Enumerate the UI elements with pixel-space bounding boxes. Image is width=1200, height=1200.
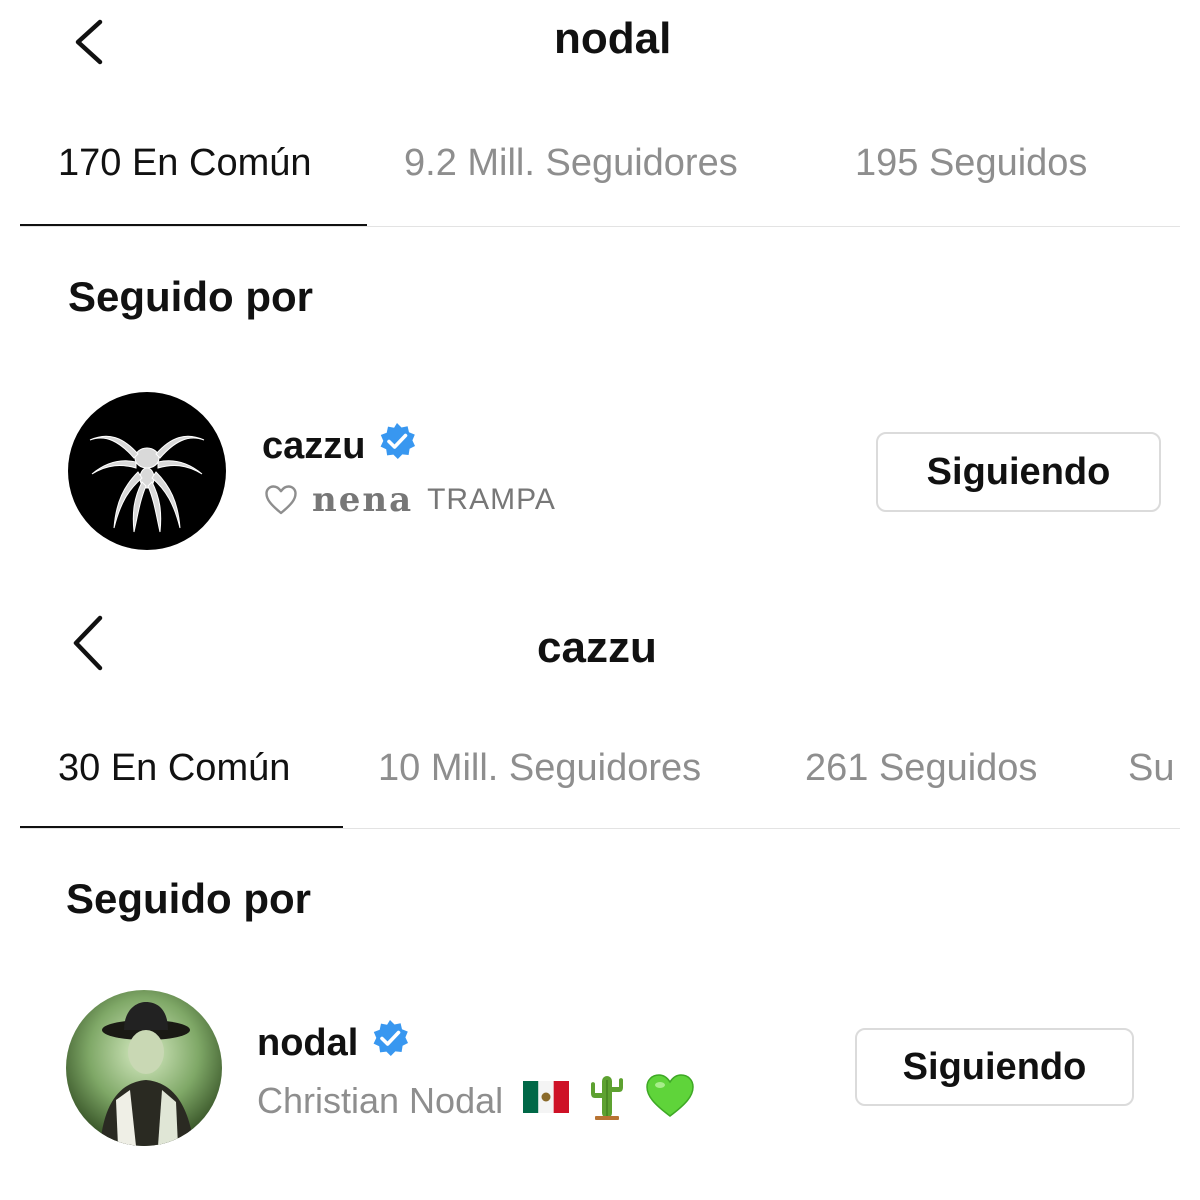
avatar[interactable] <box>68 392 226 550</box>
section-title: Seguido por <box>68 273 313 320</box>
username-text: nodal <box>257 1021 359 1064</box>
page-title: nodal <box>554 14 672 63</box>
username-text: cazzu <box>262 424 366 467</box>
follower-full-name: Christian Nodal <box>257 1079 504 1121</box>
profile-panel-cazzu: cazzu 30 En Común 10 Mill. Seguidores 26… <box>0 590 1200 1200</box>
profile-photo-image <box>100 1002 194 1146</box>
following-button[interactable]: Siguiendo <box>855 1028 1134 1106</box>
follower-bio: nena TRAMPA <box>264 480 556 520</box>
active-tab-indicator <box>20 826 343 828</box>
follower-username[interactable]: cazzu <box>262 421 417 471</box>
chevron-left-icon <box>73 615 103 671</box>
back-button[interactable] <box>66 614 110 672</box>
tab-followers[interactable]: 10 Mill. Seguidores <box>378 747 701 790</box>
profile-panel-nodal: nodal 170 En Común 9.2 Mill. Seguidores … <box>0 0 1200 590</box>
verified-badge-icon <box>377 421 417 471</box>
active-tab-indicator <box>20 224 367 226</box>
follower-full-name-row: Christian Nodal <box>257 1072 695 1129</box>
page-title: cazzu <box>537 623 657 672</box>
tab-following[interactable]: 261 Seguidos <box>805 747 1037 790</box>
avatar[interactable] <box>66 990 222 1146</box>
tab-suggested[interactable]: Su <box>1128 747 1180 790</box>
cactus-icon <box>587 1072 627 1129</box>
chevron-left-icon <box>75 19 103 65</box>
follower-username[interactable]: nodal <box>257 1018 410 1068</box>
heart-outline-icon <box>265 485 297 515</box>
verified-badge-icon <box>370 1018 410 1068</box>
tab-mutual[interactable]: 30 En Común <box>58 747 290 790</box>
bio-text-trampa: TRAMPA <box>427 483 556 516</box>
section-title: Seguido por <box>66 875 311 922</box>
following-button[interactable]: Siguiendo <box>876 432 1161 512</box>
tabs-divider <box>20 226 1180 227</box>
tab-following[interactable]: 195 Seguidos <box>855 142 1087 185</box>
back-button[interactable] <box>66 18 110 68</box>
tab-followers[interactable]: 9.2 Mill. Seguidores <box>404 142 738 185</box>
green-heart-icon <box>645 1073 695 1128</box>
bio-text-nena: nena <box>312 480 414 520</box>
tab-mutual[interactable]: 170 En Común <box>58 142 312 185</box>
mexico-flag-icon <box>523 1080 570 1122</box>
tabs-divider <box>20 828 1180 829</box>
spider-logo-image <box>89 435 205 533</box>
